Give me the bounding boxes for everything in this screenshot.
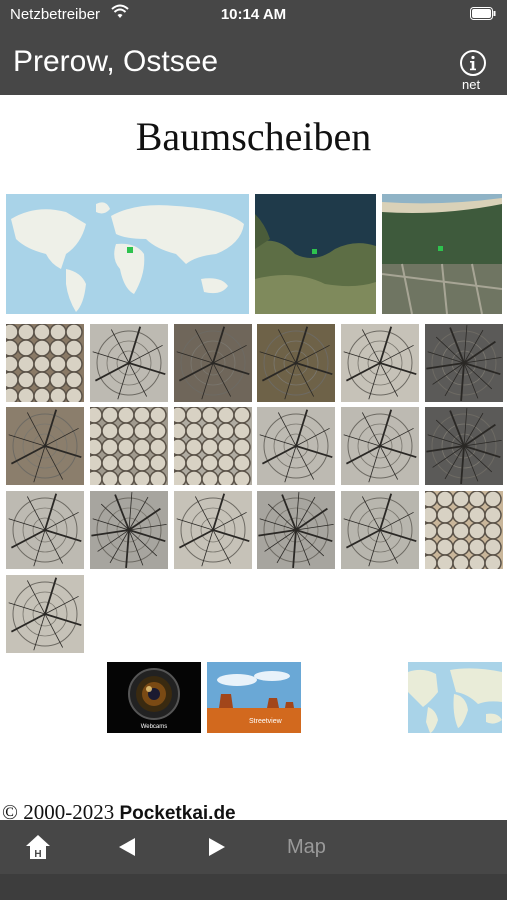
tree-disc-thumbnail[interactable] [425, 407, 503, 485]
local-satellite-image[interactable] [382, 194, 502, 314]
home-icon[interactable]: H [24, 833, 52, 861]
tree-disc-thumbnail[interactable] [174, 407, 252, 485]
bottom-toolbar: H Map [0, 820, 507, 874]
forward-arrow-icon[interactable] [208, 837, 226, 857]
navigation-bar: Prerow, Ostsee net [0, 30, 507, 95]
webcams-label: Webcams [141, 724, 168, 730]
tree-disc-thumbnail[interactable] [341, 324, 419, 402]
tree-disc-thumbnail[interactable] [90, 324, 168, 402]
world-map-image[interactable] [6, 194, 249, 314]
tree-disc-thumbnail[interactable] [341, 491, 419, 569]
tree-disc-thumbnail[interactable] [425, 491, 503, 569]
map-link-image[interactable] [408, 662, 502, 733]
page-title: Prerow, Ostsee [13, 45, 219, 78]
tree-disc-thumbnail[interactable] [6, 491, 84, 569]
regional-satellite-image[interactable] [255, 194, 376, 314]
tree-disc-thumbnail[interactable] [257, 407, 335, 485]
desert-landscape-image: Streetview [207, 662, 301, 733]
tree-disc-thumbnail[interactable] [257, 491, 335, 569]
tree-disc-thumbnail[interactable] [341, 407, 419, 485]
streetview-link[interactable]: Streetview [207, 662, 301, 733]
status-bar: Netzbetreiber 10:14 AM [0, 0, 507, 30]
tree-disc-thumbnail[interactable] [6, 575, 84, 653]
clock: 10:14 AM [220, 6, 287, 23]
webcams-link[interactable]: Webcams [107, 662, 201, 733]
tree-disc-thumbnail[interactable] [6, 324, 84, 402]
tree-disc-thumbnail[interactable] [90, 407, 168, 485]
tree-disc-thumbnail[interactable] [425, 324, 503, 402]
tree-disc-thumbnail[interactable] [174, 324, 252, 402]
battery-icon [470, 7, 496, 20]
tree-disc-thumbnail[interactable] [90, 491, 168, 569]
info-label[interactable]: net [462, 77, 480, 92]
tree-disc-thumbnail[interactable] [6, 407, 84, 485]
home-indicator-area [0, 874, 507, 900]
back-arrow-icon[interactable] [118, 837, 136, 857]
map-button[interactable]: Map [287, 836, 326, 859]
info-icon[interactable] [459, 49, 487, 77]
camera-lens-icon: Webcams [107, 662, 201, 733]
tree-disc-thumbnail[interactable] [257, 324, 335, 402]
streetview-label: Streetview [249, 718, 283, 725]
home-letter: H [34, 849, 41, 860]
section-heading: Baumscheiben [135, 114, 372, 159]
tree-disc-thumbnail[interactable] [174, 491, 252, 569]
